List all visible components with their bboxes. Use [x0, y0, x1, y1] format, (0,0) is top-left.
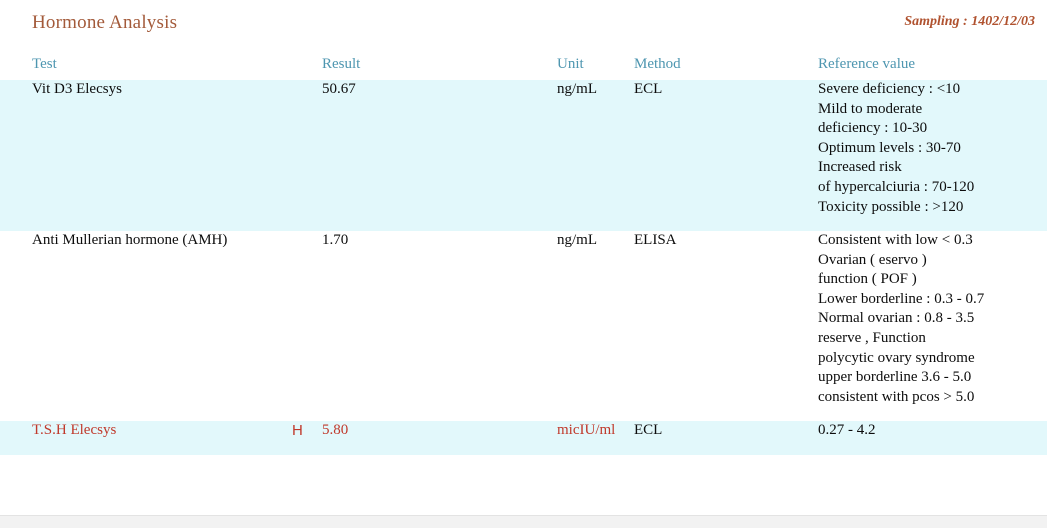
cell-result: 5.80: [322, 422, 349, 438]
cell-method: ELISA: [634, 232, 677, 248]
cell-result: 50.67: [322, 81, 356, 97]
cell-test: Anti Mullerian hormone (AMH): [32, 232, 228, 248]
table-header-row: Test Result Unit Method Reference value: [0, 50, 1047, 80]
lab-report-page: Hormone Analysis Sampling : 1402/12/03 T…: [0, 0, 1047, 528]
cell-unit: ng/mL: [557, 232, 597, 248]
cell-reference: Severe deficiency : <10 Mild to moderate…: [818, 81, 975, 215]
cell-unit: ng/mL: [557, 81, 597, 97]
column-header-method: Method: [634, 56, 681, 72]
page-title: Hormone Analysis: [32, 12, 178, 33]
cell-reference: 0.27 - 4.2: [818, 422, 876, 438]
cell-test: Vit D3 Elecsys: [32, 81, 122, 97]
cell-reference: Consistent with low < 0.3 Ovarian ( eser…: [818, 232, 985, 405]
column-header-result: Result: [322, 56, 361, 72]
table-row: Anti Mullerian hormone (AMH) 1.70 ng/mL ELI…: [0, 231, 1047, 421]
table-body: Vit D3 Elecsys 50.67 ng/mL ECL Severe defici…: [0, 80, 1047, 455]
column-header-reference: Reference value: [818, 56, 916, 72]
table-row: T.S.H Elecsys H 5.80 micIU/ml ECL 0.27 - 4.2: [0, 421, 1047, 455]
cell-unit: micIU/ml: [557, 422, 616, 438]
footer-band: [0, 515, 1047, 528]
cell-test: T.S.H Elecsys: [32, 422, 117, 438]
column-header-unit: Unit: [557, 56, 584, 72]
cell-result: 1.70: [322, 232, 349, 248]
table-row: Vit D3 Elecsys 50.67 ng/mL ECL Severe defici…: [0, 80, 1047, 231]
column-header-test: Test: [32, 56, 57, 72]
sampling-date: Sampling : 1402/12/03: [904, 14, 1035, 29]
abnormal-flag-icon: H: [292, 422, 303, 439]
results-table: Test Result Unit Method Reference value …: [0, 50, 1047, 455]
cell-method: ECL: [634, 422, 663, 438]
cell-method: ECL: [634, 81, 663, 97]
